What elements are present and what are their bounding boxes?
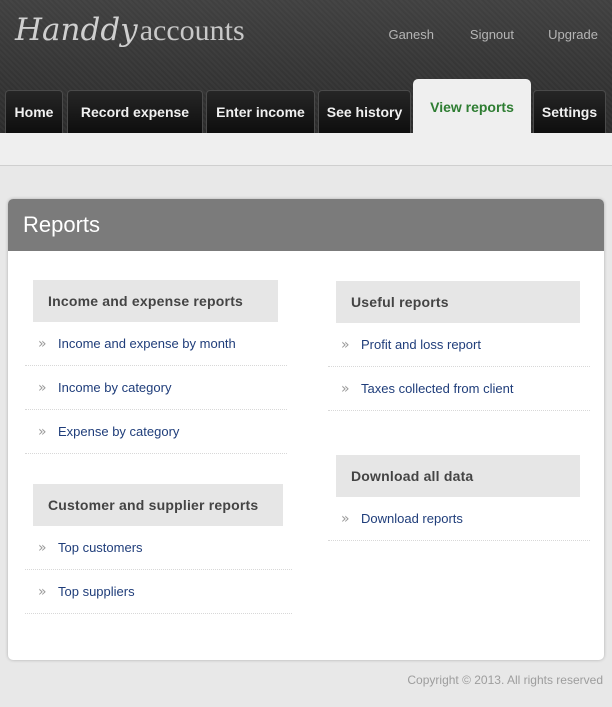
useful-report-list: » Profit and loss report » Taxes collect… xyxy=(328,323,590,411)
report-link[interactable]: Profit and loss report xyxy=(361,337,481,352)
double-chevron-right-icon: » xyxy=(38,335,47,352)
report-link[interactable]: Top suppliers xyxy=(58,584,135,599)
report-item-income-by-category[interactable]: » Income by category xyxy=(25,366,287,410)
tab-record-expense[interactable]: Record expense xyxy=(67,90,203,133)
section-title-useful-reports: Useful reports xyxy=(336,281,580,323)
app-logo[interactable]: Handdyaccounts xyxy=(15,12,245,48)
section-title-download-all-data: Download all data xyxy=(336,455,580,497)
upgrade-link[interactable]: Upgrade xyxy=(548,27,598,42)
report-item-profit-and-loss[interactable]: » Profit and loss report xyxy=(328,323,590,367)
tab-view-reports[interactable]: View reports xyxy=(413,79,531,133)
footer-copyright: Copyright © 2013. All rights reserved xyxy=(407,673,603,687)
report-item-top-suppliers[interactable]: » Top suppliers xyxy=(25,570,292,614)
download-report-list: » Download reports xyxy=(328,497,590,541)
reports-panel: Reports Income and expense reports » Inc… xyxy=(8,199,604,660)
customer-supplier-report-list: » Top customers » Top suppliers xyxy=(25,526,292,614)
double-chevron-right-icon: » xyxy=(341,336,350,353)
double-chevron-right-icon: » xyxy=(38,379,47,396)
report-item-expense-by-category[interactable]: » Expense by category xyxy=(25,410,287,454)
sub-toolbar xyxy=(0,133,612,166)
report-link[interactable]: Taxes collected from client xyxy=(361,381,513,396)
tab-see-history[interactable]: See history xyxy=(318,90,411,133)
double-chevron-right-icon: » xyxy=(38,423,47,440)
logo-suffix: accounts xyxy=(139,14,245,47)
tab-settings[interactable]: Settings xyxy=(533,90,606,133)
app-header: Handdyaccounts Ganesh Signout Upgrade Ho… xyxy=(0,0,612,133)
report-link[interactable]: Income by category xyxy=(58,380,171,395)
user-link[interactable]: Ganesh xyxy=(388,27,434,42)
report-link[interactable]: Expense by category xyxy=(58,424,179,439)
double-chevron-right-icon: » xyxy=(341,380,350,397)
logo-brand: Handdy xyxy=(15,12,138,48)
section-title-customer-supplier: Customer and supplier reports xyxy=(33,484,283,526)
report-link[interactable]: Download reports xyxy=(361,511,463,526)
report-link[interactable]: Income and expense by month xyxy=(58,336,236,351)
income-expense-report-list: » Income and expense by month » Income b… xyxy=(25,322,287,454)
report-item-top-customers[interactable]: » Top customers xyxy=(25,526,292,570)
tab-home[interactable]: Home xyxy=(5,90,63,133)
report-item-income-expense-by-month[interactable]: » Income and expense by month xyxy=(25,322,287,366)
double-chevron-right-icon: » xyxy=(38,539,47,556)
report-item-taxes-collected[interactable]: » Taxes collected from client xyxy=(328,367,590,411)
double-chevron-right-icon: » xyxy=(38,583,47,600)
section-title-income-expense: Income and expense reports xyxy=(33,280,278,322)
tab-enter-income[interactable]: Enter income xyxy=(206,90,315,133)
report-link[interactable]: Top customers xyxy=(58,540,143,555)
page-title: Reports xyxy=(23,212,101,237)
report-item-download-reports[interactable]: » Download reports xyxy=(328,497,590,541)
panel-header: Reports xyxy=(8,199,604,251)
signout-link[interactable]: Signout xyxy=(470,27,514,42)
double-chevron-right-icon: » xyxy=(341,510,350,527)
main-tabs: Home Record expense Enter income See his… xyxy=(0,79,612,133)
